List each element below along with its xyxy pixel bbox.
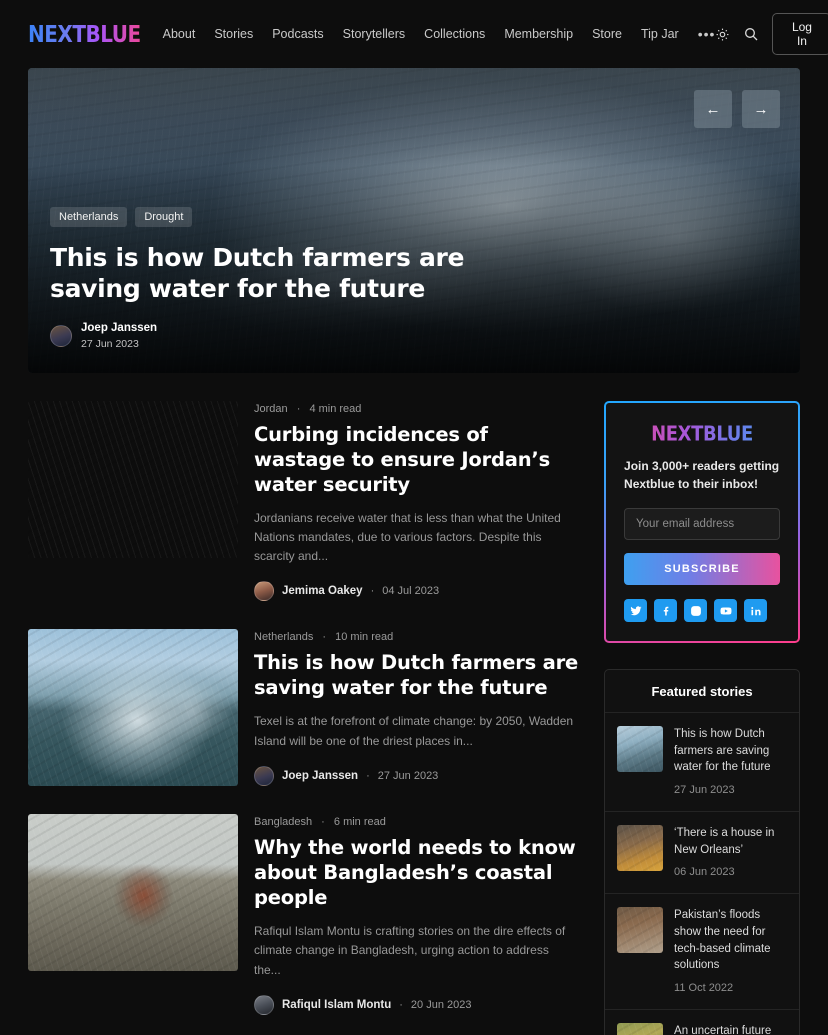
- featured-stories-panel: Featured stories This is how Dutch farme…: [604, 669, 800, 1035]
- twitter-icon[interactable]: [624, 599, 648, 622]
- article-byline: Jemima Oakey · 04 Jul 2023: [254, 581, 578, 602]
- nav-item-about[interactable]: About: [163, 27, 196, 41]
- carousel-next-arrow-icon[interactable]: →: [742, 90, 780, 128]
- hero-content: Netherlands Drought This is how Dutch fa…: [50, 206, 740, 351]
- article-category[interactable]: Jordan: [254, 403, 288, 415]
- facebook-icon[interactable]: [654, 599, 678, 622]
- site-header: NEXTBLUE About Stories Podcasts Storytel…: [0, 0, 828, 68]
- article-date: 27 Jun 2023: [377, 769, 439, 782]
- featured-story-date: 11 Oct 2022: [674, 982, 734, 995]
- nav-item-tip-jar[interactable]: Tip Jar: [641, 27, 679, 41]
- article-author[interactable]: Jemima Oakey: [282, 585, 363, 597]
- social-links: [624, 599, 780, 622]
- newsletter-signup-box: NEXTBLUE Join 3,000+ readers getting Nex…: [604, 401, 800, 643]
- nav-more-icon[interactable]: •••: [698, 26, 716, 42]
- featured-thumbnail: [617, 907, 664, 954]
- article-excerpt: Jordanians receive water that is less th…: [254, 510, 561, 564]
- article-thumbnail: [28, 401, 238, 558]
- article-thumbnail: [28, 814, 238, 972]
- article-read-time: 10 min read: [335, 631, 394, 644]
- article-date: 04 Jul 2023: [382, 585, 440, 598]
- article-byline: Rafiqul Islam Montu · 20 Jun 2023: [254, 994, 578, 1015]
- search-icon[interactable]: [743, 25, 759, 43]
- hero-author-name[interactable]: Joep Janssen: [81, 321, 157, 337]
- hero-carousel-controls: ← →: [694, 90, 780, 128]
- nav-item-storytellers[interactable]: Storytellers: [343, 27, 406, 41]
- article-byline: Joep Janssen · 27 Jun 2023: [254, 765, 578, 786]
- article-read-time: 6 min read: [333, 816, 386, 829]
- article-list: Jordan · 4 min read Curbing incidences o…: [28, 401, 578, 1035]
- hero-tag-drought[interactable]: Drought: [135, 206, 193, 227]
- featured-story-title[interactable]: Pakistan’s floods show the need for tech…: [674, 907, 787, 974]
- featured-story-item[interactable]: ‘There is a house in New Orleans’ 06 Jun…: [605, 812, 799, 895]
- youtube-icon[interactable]: [714, 599, 738, 622]
- carousel-prev-arrow-icon[interactable]: ←: [694, 90, 732, 128]
- sidebar: NEXTBLUE Join 3,000+ readers getting Nex…: [604, 401, 800, 1035]
- article-category[interactable]: Netherlands: [254, 631, 313, 643]
- featured-story-title[interactable]: An uncertain future for water and wildli…: [674, 1023, 787, 1035]
- avatar: [254, 765, 274, 786]
- article-date-sep: ·: [370, 585, 375, 598]
- featured-story-title[interactable]: This is how Dutch farmers are saving wat…: [674, 726, 787, 776]
- hero-title[interactable]: This is how Dutch farmers are saving wat…: [50, 242, 470, 305]
- article-read-time: 4 min read: [309, 403, 362, 415]
- article-title[interactable]: Why the world needs to know about Bangla…: [254, 836, 578, 911]
- newsletter-logo: NEXTBLUE: [624, 423, 780, 447]
- featured-thumbnail: [617, 1023, 664, 1035]
- instagram-icon[interactable]: [684, 599, 708, 622]
- article-meta: Jordan · 4 min read: [254, 403, 362, 415]
- nav-item-collections[interactable]: Collections: [424, 27, 485, 41]
- newsletter-subtitle: Join 3,000+ readers getting Nextblue to …: [624, 459, 780, 491]
- article-meta: Netherlands · 10 min read: [254, 631, 394, 644]
- featured-story-date: 27 Jun 2023: [674, 784, 735, 797]
- newsletter-subscribe-button[interactable]: SUBSCRIBE: [624, 553, 780, 585]
- avatar: [254, 581, 274, 602]
- hero-tag-netherlands[interactable]: Netherlands: [50, 206, 128, 227]
- email-input[interactable]: [624, 508, 780, 540]
- hero-carousel-slide[interactable]: ← → Netherlands Drought This is how Dutc…: [28, 68, 800, 373]
- article-title[interactable]: Curbing incidences of wastage to ensure …: [254, 423, 578, 498]
- nav-item-podcasts[interactable]: Podcasts: [272, 27, 323, 41]
- article-card[interactable]: Jordan · 4 min read Curbing incidences o…: [28, 401, 578, 602]
- featured-story-item[interactable]: An uncertain future for water and wildli…: [605, 1010, 799, 1035]
- hero-tags: Netherlands Drought: [50, 206, 740, 227]
- site-logo[interactable]: NEXTBLUE: [28, 20, 141, 48]
- login-button[interactable]: Log In: [772, 13, 828, 55]
- main-navigation: About Stories Podcasts Storytellers Coll…: [163, 26, 716, 42]
- article-date-sep: ·: [399, 998, 403, 1011]
- featured-story-title[interactable]: ‘There is a house in New Orleans’: [674, 825, 787, 858]
- article-thumbnail: [28, 629, 238, 787]
- nav-item-membership[interactable]: Membership: [504, 27, 573, 41]
- avatar: [254, 994, 274, 1015]
- hero-byline: Joep Janssen 27 Jun 2023: [50, 321, 740, 351]
- featured-story-date: 06 Jun 2023: [674, 866, 735, 879]
- featured-stories-heading: Featured stories: [605, 670, 799, 713]
- main-content: Jordan · 4 min read Curbing incidences o…: [0, 373, 828, 1035]
- avatar: [50, 325, 72, 348]
- featured-thumbnail: [617, 825, 664, 872]
- article-date: 20 Jun 2023: [410, 998, 472, 1011]
- hero-date: 27 Jun 2023: [81, 337, 139, 350]
- article-card[interactable]: Bangladesh · 6 min read Why the world ne…: [28, 814, 578, 1015]
- article-excerpt: Rafiqul Islam Montu is crafting stories …: [254, 924, 566, 977]
- linkedin-icon[interactable]: [744, 599, 768, 622]
- article-title[interactable]: This is how Dutch farmers are saving wat…: [254, 651, 578, 701]
- header-actions: Log In Subscribe: [715, 13, 828, 55]
- article-author[interactable]: Joep Janssen: [282, 770, 358, 782]
- article-meta: Bangladesh · 6 min read: [254, 816, 386, 829]
- article-card[interactable]: Netherlands · 10 min read This is how Du…: [28, 629, 578, 787]
- sun-icon[interactable]: [715, 25, 730, 43]
- featured-story-item[interactable]: This is how Dutch farmers are saving wat…: [605, 713, 799, 813]
- article-excerpt: Texel is at the forefront of climate cha…: [254, 714, 574, 748]
- article-category[interactable]: Bangladesh: [254, 816, 312, 828]
- article-date-sep: ·: [366, 769, 370, 782]
- featured-story-item[interactable]: Pakistan’s floods show the need for tech…: [605, 894, 799, 1011]
- nav-item-store[interactable]: Store: [592, 27, 622, 41]
- article-author[interactable]: Rafiqul Islam Montu: [282, 999, 391, 1011]
- featured-thumbnail: [617, 726, 664, 772]
- nav-item-stories[interactable]: Stories: [214, 27, 253, 41]
